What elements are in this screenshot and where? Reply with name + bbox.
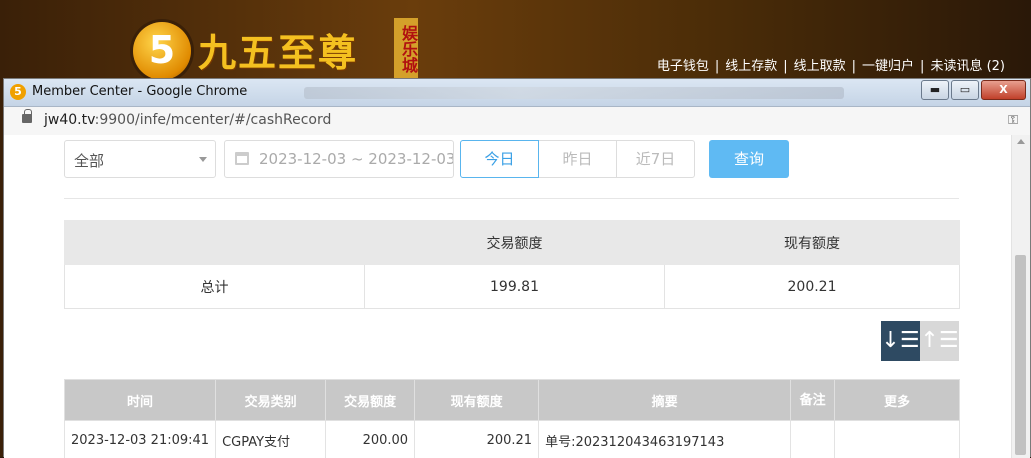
- col-amount: 交易额度: [326, 380, 415, 421]
- records-header-row: 时间 交易类别 交易额度 现有额度 摘要 备注 更多: [65, 380, 960, 421]
- cell-time: 2023-12-03 21:09:41: [65, 421, 216, 458]
- url-text[interactable]: jw40.tv:9900/infe/mcenter/#/cashRecord: [44, 112, 331, 128]
- nav-one-click-transfer[interactable]: 一键归户: [862, 59, 914, 74]
- vertical-scrollbar[interactable]: [1011, 135, 1030, 458]
- col-type: 交易类别: [216, 380, 326, 421]
- cell-amount: 200.00: [326, 421, 415, 458]
- col-balance: 现有额度: [415, 380, 539, 421]
- cell-summary: 单号:202312043463197143: [539, 421, 791, 458]
- cell-balance: 200.21: [415, 421, 539, 458]
- scrollbar-thumb[interactable]: [1015, 255, 1026, 455]
- site-logo-text: 九五至尊: [198, 22, 358, 77]
- col-more: 更多: [835, 380, 960, 421]
- cell-type: CGPAY支付: [216, 421, 326, 458]
- table-row: 2023-12-03 21:09:41 CGPAY支付 200.00 200.2…: [65, 421, 960, 458]
- blurred-background-strip: [304, 87, 844, 99]
- quick-range-7days[interactable]: 近7日: [616, 140, 695, 178]
- key-icon[interactable]: ⚿: [1008, 113, 1018, 128]
- col-summary: 摘要: [539, 380, 791, 421]
- nav-online-withdraw[interactable]: 线上取款: [794, 59, 846, 74]
- lock-icon: [22, 114, 32, 123]
- chevron-down-icon: [199, 157, 207, 162]
- address-bar[interactable]: jw40.tv:9900/infe/mcenter/#/cashRecord ⚿: [4, 107, 1030, 136]
- records-table: 时间 交易类别 交易额度 现有额度 摘要 备注 更多 2023-12-03 21…: [64, 379, 960, 458]
- summary-total-balance: 200.21: [665, 265, 960, 309]
- scroll-up-icon[interactable]: [1017, 139, 1025, 144]
- sort-descending-icon[interactable]: ↓☰: [881, 321, 920, 361]
- site-favicon-icon: 5: [10, 84, 26, 100]
- sort-ascending-icon[interactable]: ↑☰: [920, 321, 959, 361]
- query-button[interactable]: 查询: [709, 140, 789, 178]
- site-top-nav: 电子钱包|线上存款|线上取款|一键归户|未读讯息 (2): [657, 55, 1005, 74]
- summary-total-label: 总计: [65, 265, 365, 309]
- calendar-icon: [235, 152, 249, 165]
- sort-toggle: ↓☰ ↑☰: [881, 321, 959, 361]
- category-select[interactable]: 全部: [64, 140, 216, 178]
- chrome-popup-window: 5 Member Center - Google Chrome ▬ ▭ X jw…: [3, 78, 1031, 457]
- site-logo-icon: 5: [133, 22, 191, 80]
- close-button[interactable]: X: [981, 80, 1026, 100]
- summary-table: 交易额度 现有额度 总计 199.81 200.21: [64, 220, 960, 309]
- quick-range-yesterday[interactable]: 昨日: [538, 140, 617, 178]
- nav-online-deposit[interactable]: 线上存款: [725, 59, 777, 74]
- cell-more[interactable]: [835, 421, 960, 458]
- window-titlebar: 5 Member Center - Google Chrome ▬ ▭ X: [4, 79, 1030, 107]
- col-note: 备注: [791, 380, 835, 421]
- cell-note: [791, 421, 835, 458]
- summary-total-amount: 199.81: [365, 265, 665, 309]
- nav-unread-messages[interactable]: 未读讯息 (2): [930, 59, 1005, 74]
- summary-row: 总计 199.81 200.21: [65, 265, 960, 309]
- quick-range-today[interactable]: 今日: [460, 140, 539, 178]
- maximize-button[interactable]: ▭: [951, 80, 979, 100]
- summary-header-balance: 现有额度: [665, 221, 960, 265]
- col-time: 时间: [65, 380, 216, 421]
- site-logo-tag: 娱乐城: [394, 18, 418, 80]
- date-range-input[interactable]: 2023-12-03 ~ 2023-12-03: [224, 140, 454, 178]
- divider: [64, 198, 959, 199]
- window-title: Member Center - Google Chrome: [32, 84, 247, 99]
- page-content: 全部 2023-12-03 ~ 2023-12-03 今日 昨日 近7日 查询 …: [4, 135, 1013, 458]
- quick-range-group: 今日 昨日 近7日: [461, 140, 695, 178]
- summary-header-amount: 交易额度: [365, 221, 665, 265]
- summary-header-blank: [65, 221, 365, 265]
- nav-e-wallet[interactable]: 电子钱包: [657, 59, 709, 74]
- minimize-button[interactable]: ▬: [921, 80, 949, 100]
